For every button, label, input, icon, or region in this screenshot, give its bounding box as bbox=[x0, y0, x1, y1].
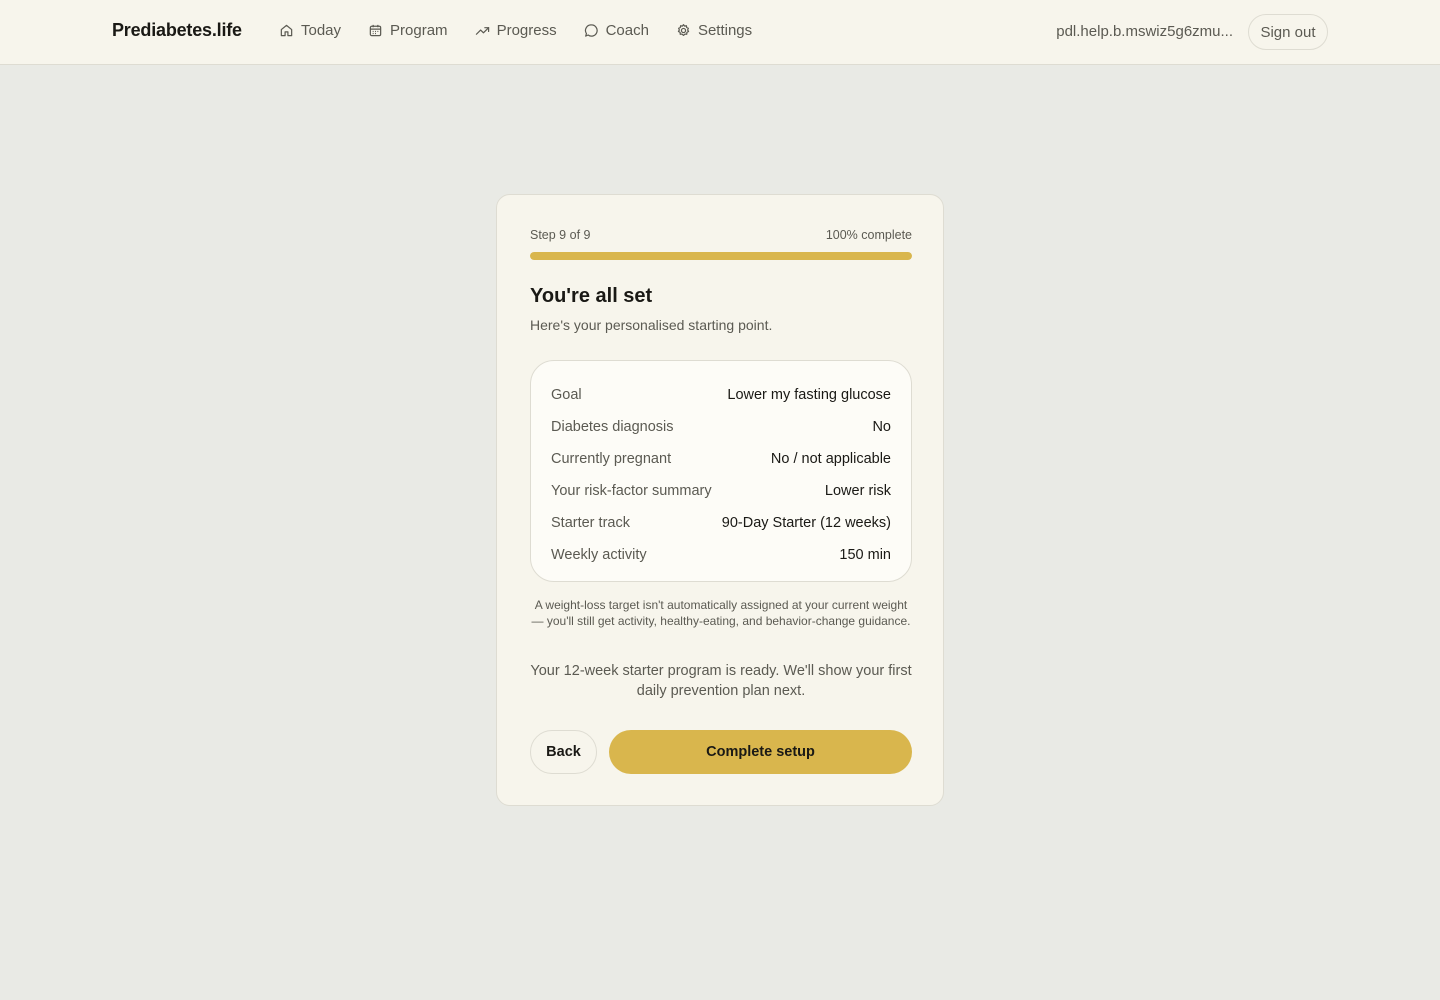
progress-bar bbox=[530, 252, 912, 260]
weight-loss-note: A weight-loss target isn't automatically… bbox=[531, 598, 911, 628]
nav-item-label: Coach bbox=[605, 22, 649, 39]
step-indicator: Step 9 of 9 100% complete bbox=[530, 228, 912, 242]
onboarding-card: Step 9 of 9 100% complete You're all set… bbox=[496, 194, 944, 806]
summary-row-pregnant: Currently pregnant No / not applicable bbox=[551, 443, 891, 475]
progress-bar-fill bbox=[530, 252, 912, 260]
brand-logo[interactable]: Prediabetes.life bbox=[112, 20, 242, 41]
step-label: Step 9 of 9 bbox=[530, 228, 591, 242]
nav-item-label: Today bbox=[301, 22, 342, 39]
summary-value: 150 min bbox=[839, 547, 891, 563]
complete-setup-button[interactable]: Complete setup bbox=[609, 730, 912, 774]
summary-row-risk: Your risk-factor summary Lower risk bbox=[551, 475, 891, 507]
summary-row-weekly-activity: Weekly activity 150 min bbox=[551, 539, 891, 571]
back-button[interactable]: Back bbox=[530, 730, 597, 774]
nav-item-today[interactable]: Today bbox=[279, 22, 341, 39]
summary-label: Starter track bbox=[551, 515, 630, 531]
progress-percent-label: 100% complete bbox=[825, 228, 912, 242]
summary-label: Currently pregnant bbox=[551, 451, 672, 467]
summary-row-diabetes-diagnosis: Diabetes diagnosis No bbox=[551, 411, 891, 443]
account-email: pdl.help.b.mswiz5g6zmu... bbox=[1056, 23, 1233, 40]
summary-label: Your risk-factor summary bbox=[551, 483, 712, 499]
nav-item-label: Progress bbox=[496, 22, 557, 39]
nav-item-coach[interactable]: Coach bbox=[584, 22, 649, 39]
nav-item-settings[interactable]: Settings bbox=[676, 22, 752, 39]
calendar-icon bbox=[369, 24, 382, 37]
gear-icon bbox=[677, 24, 690, 36]
summary-label: Goal bbox=[551, 387, 582, 403]
summary-label: Weekly activity bbox=[551, 547, 647, 563]
summary-panel: Goal Lower my fasting glucose Diabetes d… bbox=[530, 360, 912, 582]
summary-value: 90-Day Starter (12 weeks) bbox=[721, 515, 891, 531]
ready-message: Your 12-week starter program is ready. W… bbox=[530, 663, 912, 699]
nav-item-program[interactable]: Program bbox=[368, 22, 448, 39]
nav-item-label: Program bbox=[390, 22, 448, 39]
summary-value: Lower risk bbox=[824, 483, 891, 499]
sign-out-button[interactable]: Sign out bbox=[1248, 14, 1328, 50]
summary-label: Diabetes diagnosis bbox=[551, 419, 674, 435]
top-navigation-bar: Prediabetes.life Today Program Progress bbox=[0, 0, 1440, 65]
chat-bubble-icon bbox=[584, 24, 598, 37]
trending-up-icon bbox=[475, 27, 489, 35]
page-title: You're all set bbox=[530, 285, 653, 307]
nav-item-label: Settings bbox=[697, 22, 753, 39]
summary-row-goal: Goal Lower my fasting glucose bbox=[551, 379, 891, 411]
nav-item-progress[interactable]: Progress bbox=[475, 22, 557, 39]
summary-value: No / not applicable bbox=[770, 451, 891, 467]
summary-value: Lower my fasting glucose bbox=[727, 387, 891, 403]
main-nav: Today Program Progress Coach Settings bbox=[279, 22, 752, 39]
page-subtitle: Here's your personalised starting point. bbox=[530, 317, 773, 333]
summary-row-starter-track: Starter track 90-Day Starter (12 weeks) bbox=[551, 507, 891, 539]
home-icon bbox=[280, 24, 293, 37]
summary-value: No bbox=[872, 419, 891, 435]
